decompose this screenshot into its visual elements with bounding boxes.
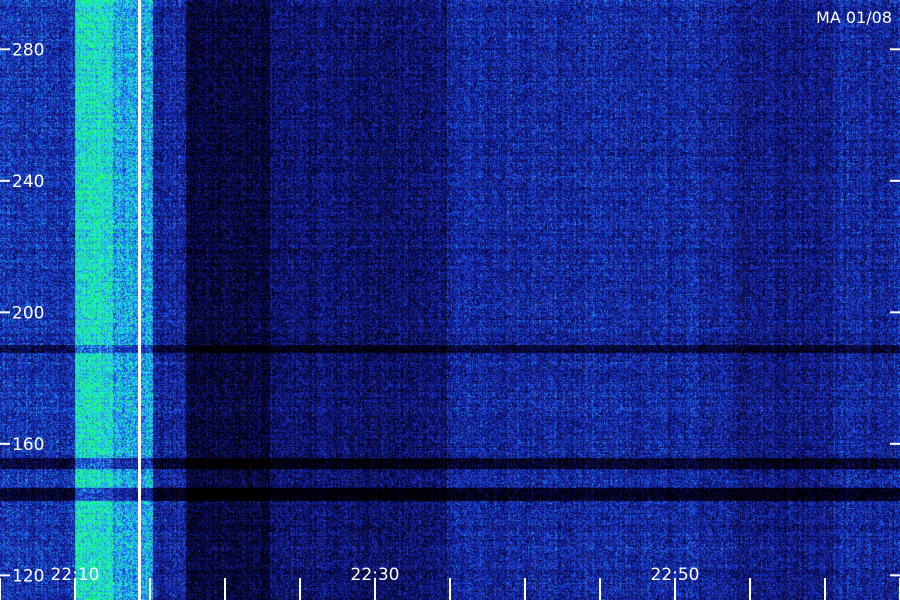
x-tick-label-2230: 22:30 [351,565,400,585]
y-tick-label-280: 280 [12,40,44,60]
x-tick-label-2210: 22:10 [51,565,100,585]
y-tick-label-240: 240 [12,172,44,192]
y-tick-label-200: 200 [12,303,44,323]
x-tick-label-2250: 22:50 [651,565,700,585]
plot-overlay: 120 160 200 240 280 22:10 22:30 22:50 MA 01/08 [0,0,900,600]
y-axis-ticks: 120 160 200 240 280 [0,40,900,586]
station-label: MA 01/08 [816,8,892,27]
y-tick-label-120: 120 [12,566,44,586]
x-axis-ticks: 22:10 22:30 22:50 [0,565,900,600]
y-tick-label-160: 160 [12,435,44,455]
